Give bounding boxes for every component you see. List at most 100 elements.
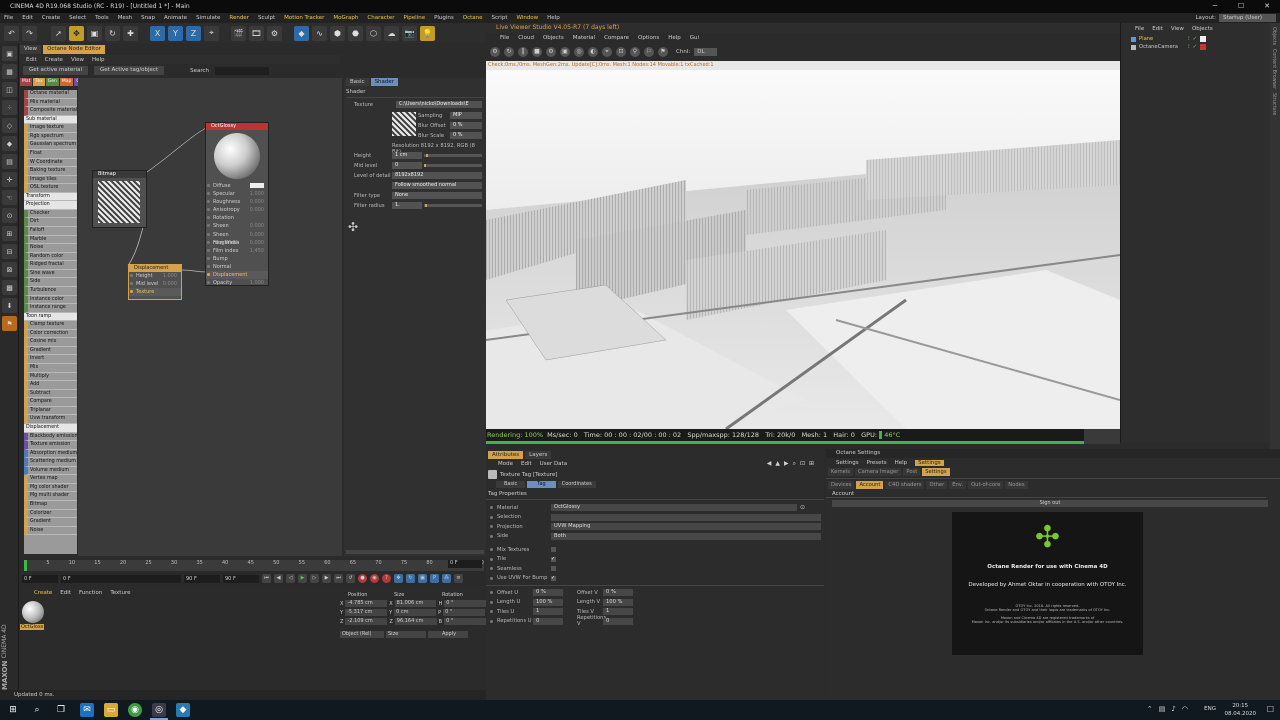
node-list-item[interactable]: Turbulence [24,286,77,296]
record-icon[interactable]: ● [358,574,367,583]
prev-frame-icon[interactable]: ◁ [286,574,295,583]
node-list-item[interactable]: Toon ramp [24,312,77,322]
preview-max-field[interactable]: 90 F [184,574,220,583]
node-list-item[interactable]: Baking texture [24,167,77,176]
z-axis-button[interactable]: Z [186,25,201,41]
scale-icon[interactable]: ▣ [87,25,102,41]
lock-icon[interactable]: ⊡ [800,460,805,468]
node-list-item[interactable]: Image texture [24,124,77,133]
menu-tools[interactable]: Tools [95,15,109,21]
size-mode-dropdown[interactable]: Size [386,631,426,638]
node-list-item[interactable]: Instance range [24,304,77,313]
height-field[interactable]: 1 cm [392,152,422,159]
node-list-item[interactable]: OSL texture [24,184,77,193]
spline-icon[interactable]: ∿ [312,25,327,41]
workplane-icon[interactable]: ◫ [2,82,17,97]
planar-workplane-icon[interactable]: ⊠ [2,262,17,277]
cube-icon[interactable]: ◆ [294,25,309,41]
menu-window[interactable]: Window [516,15,538,21]
size-field[interactable]: 81.006 cm [394,600,437,607]
menu-create[interactable]: Create [42,15,60,21]
solo-icon[interactable]: ⬇ [2,298,17,313]
polygons-mode-icon[interactable]: ◆ [2,136,17,151]
category-tab-gen[interactable]: Gen [45,78,59,86]
live-select-icon[interactable]: ➚ [51,25,66,41]
category-tab-tex[interactable]: Tex [33,78,45,86]
search-icon[interactable]: ⌕ [793,460,796,468]
offset-u-field[interactable]: 0 % [533,589,563,597]
render-viewport[interactable] [486,70,1120,429]
uvw-bump-checkbox[interactable]: ✓ [551,575,556,581]
restart-icon[interactable]: ↻ [504,46,514,57]
key-param-icon[interactable]: P [430,574,439,583]
language-indicator[interactable]: ENG [1204,706,1216,712]
visibility-icon[interactable]: ⁝ [1188,44,1190,50]
get-active-tag-button[interactable]: Get Active tag/object [93,66,165,75]
menu-mograph[interactable]: MoGraph [333,15,358,21]
node-list-item[interactable]: Gradient [24,346,77,356]
attr-menu-mode[interactable]: Mode [498,461,513,467]
node-list-item[interactable]: Dirt [24,218,77,227]
node-list-item[interactable]: Color correction [24,329,77,339]
tab-basic[interactable]: Basic [346,78,369,86]
maximize-button[interactable]: ☐ [1228,0,1254,13]
apply-button[interactable]: Apply [428,631,468,638]
loop-icon[interactable]: ↺ [346,574,355,583]
quantize-icon[interactable]: ▩ [2,280,17,295]
coordinate-system-icon[interactable]: ⌖ [204,25,219,41]
bitmap-node[interactable]: Bitmap [92,170,147,228]
tweak-mode-icon[interactable]: ☜ [2,190,17,205]
menu-file[interactable]: File [4,15,13,21]
keyframe-selection-icon[interactable]: ? [382,574,391,583]
menu-octane[interactable]: Octane [463,15,483,21]
os-menu-settings[interactable]: Settings [836,460,859,466]
search-icon[interactable]: ⌕ [30,703,44,717]
app-icon[interactable]: ◆ [176,703,190,717]
height-slider[interactable] [424,154,482,157]
menu-plugins[interactable]: Plugins [434,15,454,21]
menu-render[interactable]: Render [229,15,249,21]
seamless-checkbox[interactable] [551,566,556,572]
node-list-item[interactable]: Composite material [24,107,77,116]
length-v-field[interactable]: 100 % [603,598,633,606]
y-axis-button[interactable]: Y [168,25,183,41]
subtab-tag[interactable]: Tag [527,481,556,488]
node-param-row[interactable]: Film Width 0.000 [206,239,268,247]
auto-key-icon[interactable]: ◉ [370,574,379,583]
environment-icon[interactable]: ☁ [384,25,399,41]
pause-icon[interactable]: ‖ [518,46,528,57]
os-tab-0[interactable]: Kernels [828,468,853,476]
os-subtab-6[interactable]: Nodes [1005,481,1028,489]
next-key-icon[interactable]: ▶ [322,574,331,583]
end-frame-field[interactable]: 90 F [223,574,259,583]
node-list-item[interactable]: Side [24,278,77,287]
mat-menu-texture[interactable]: Texture [110,590,130,596]
nurbs-icon[interactable]: ⬢ [330,25,345,41]
side-tab-1[interactable]: Content Browser [1271,49,1276,89]
node-param-row[interactable]: Height 1.000 [129,272,181,280]
get-active-material-button[interactable]: Get active material [23,66,88,75]
render-settings-icon[interactable]: ⚙ [267,25,282,41]
node-param-row[interactable]: Normal [206,263,268,271]
filter-radius-slider[interactable] [424,204,482,207]
object-row[interactable]: Plane ⁝ ✓ [1121,35,1270,43]
node-param-row[interactable]: Texture [129,288,181,297]
category-tab-mat[interactable]: Mat [20,78,33,86]
offset-v-field[interactable]: 0 % [603,589,633,597]
lv-menu-material[interactable]: Material [573,35,595,41]
node-list-item[interactable]: Mix material [24,98,77,108]
chrome-icon[interactable]: ◉ [128,703,142,717]
tab-layers[interactable]: Layers [525,451,552,459]
os-tab-1[interactable]: Camera Imager [855,468,902,476]
rotation-field[interactable]: 0 ° [444,600,486,607]
node-param-row[interactable]: Displacement [206,271,268,280]
mid-level-slider[interactable] [424,164,482,167]
os-subtab-1[interactable]: Account [856,481,884,489]
obj-menu-objects[interactable]: Objects [1192,26,1213,32]
node-list-item[interactable]: Instance color [24,295,77,305]
lod-dropdown[interactable]: 8192x8192 [392,172,482,179]
node-list-item[interactable]: Noise [24,244,77,253]
node-list-item[interactable]: Scattering medium [24,458,77,467]
diffuse-color-swatch[interactable] [250,183,264,188]
send-scene-icon[interactable]: ⚙ [490,46,500,57]
